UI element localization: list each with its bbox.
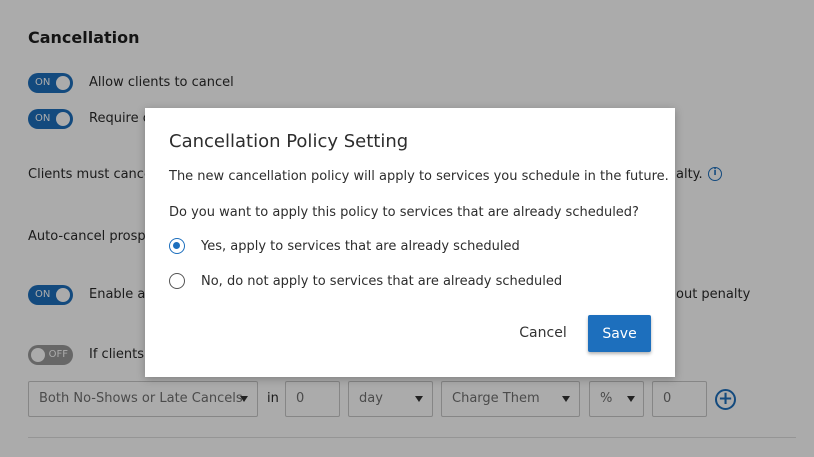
dialog-title: Cancellation Policy Setting — [169, 131, 409, 152]
cancellation-policy-dialog: Cancellation Policy Setting The new canc… — [145, 108, 675, 377]
apply-yes-radio[interactable] — [169, 238, 185, 254]
dialog-message: The new cancellation policy will apply t… — [169, 169, 669, 184]
apply-no-label[interactable]: No, do not apply to services that are al… — [201, 274, 562, 289]
dialog-question: Do you want to apply this policy to serv… — [169, 205, 639, 220]
save-button[interactable]: Save — [588, 315, 651, 352]
apply-yes-label[interactable]: Yes, apply to services that are already … — [201, 239, 520, 254]
apply-no-radio[interactable] — [169, 273, 185, 289]
cancel-button[interactable]: Cancel — [511, 321, 575, 345]
